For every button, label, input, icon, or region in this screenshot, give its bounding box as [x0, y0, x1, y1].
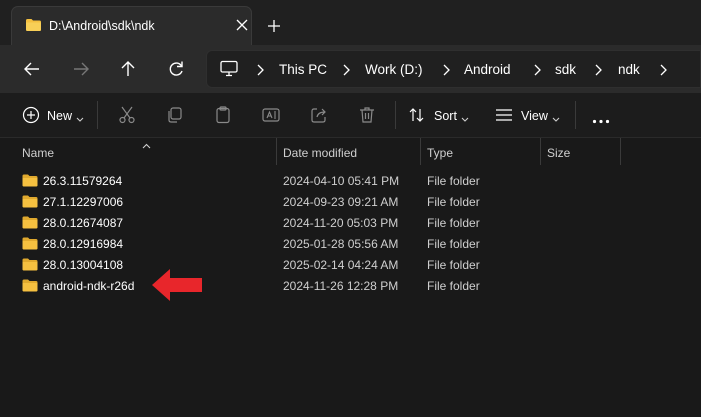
folder-icon [22, 237, 38, 253]
file-date-modified: 2024-11-20 05:03 PM [283, 216, 399, 230]
more-options-icon[interactable] [592, 113, 610, 127]
column-header-name[interactable]: Name [22, 146, 54, 160]
address-bar[interactable]: This PC Work (D:) Android sdk ndk [206, 50, 701, 88]
file-date-modified: 2024-04-10 05:41 PM [283, 174, 400, 188]
chevron-right-icon[interactable] [658, 64, 668, 76]
file-row[interactable]: android-ndk-r26d 2024-11-26 12:28 PM Fil… [16, 276, 701, 296]
toolbar-divider [395, 101, 396, 129]
title-bar: D:\Android\sdk\ndk [0, 0, 701, 45]
chevron-down-icon[interactable] [76, 112, 84, 126]
back-arrow-icon[interactable] [21, 58, 43, 80]
column-header-date-modified[interactable]: Date modified [283, 146, 357, 160]
file-type: File folder [427, 279, 480, 293]
navigation-bar: This PC Work (D:) Android sdk ndk [0, 45, 701, 93]
share-icon[interactable] [309, 105, 329, 128]
folder-icon [22, 174, 38, 190]
file-name: 28.0.12674087 [43, 216, 124, 230]
folder-icon [22, 195, 38, 211]
column-divider[interactable] [420, 138, 421, 165]
file-date-modified: 2024-11-26 12:28 PM [283, 279, 399, 293]
tab-current[interactable]: D:\Android\sdk\ndk [11, 6, 252, 45]
chevron-right-icon[interactable] [532, 64, 542, 76]
tab-title: D:\Android\sdk\ndk [49, 19, 155, 33]
file-row[interactable]: 28.0.12674087 2024-11-20 05:03 PM File f… [16, 213, 701, 233]
breadcrumb-sdk[interactable]: sdk [555, 62, 576, 77]
file-name: 27.1.12297006 [43, 195, 124, 209]
red-arrow-annotation-icon [150, 267, 206, 306]
column-header-type[interactable]: Type [427, 146, 453, 160]
new-plus-icon[interactable] [22, 106, 40, 127]
copy-icon[interactable] [165, 105, 185, 128]
view-button[interactable]: View [521, 109, 548, 123]
folder-icon [22, 279, 38, 295]
new-button[interactable]: New [47, 109, 72, 123]
rename-icon[interactable] [261, 105, 281, 128]
chevron-right-icon[interactable] [441, 64, 451, 76]
breadcrumb-android[interactable]: Android [464, 62, 511, 77]
column-divider[interactable] [276, 138, 277, 165]
file-type: File folder [427, 174, 480, 188]
file-row[interactable]: 28.0.12916984 2025-01-28 05:56 AM File f… [16, 234, 701, 254]
column-header-row: Name Date modified Type Size [0, 138, 701, 165]
file-date-modified: 2024-09-23 09:21 AM [283, 195, 399, 209]
file-date-modified: 2025-01-28 05:56 AM [283, 237, 399, 251]
folder-icon [22, 216, 38, 232]
chevron-right-icon[interactable] [593, 64, 603, 76]
cut-icon[interactable] [117, 105, 137, 128]
toolbar-divider [97, 101, 98, 129]
file-row[interactable]: 26.3.11579264 2024-04-10 05:41 PM File f… [16, 171, 701, 191]
command-bar: New Sort View [0, 93, 701, 138]
breadcrumb-ndk[interactable]: ndk [618, 62, 640, 77]
file-name: 28.0.13004108 [43, 258, 124, 272]
refresh-icon[interactable] [165, 58, 187, 80]
breadcrumb-this-pc[interactable]: This PC [279, 62, 327, 77]
file-type: File folder [427, 195, 480, 209]
delete-icon[interactable] [357, 105, 377, 128]
chevron-down-icon[interactable] [552, 112, 560, 126]
column-divider[interactable] [540, 138, 541, 165]
chevron-down-icon[interactable] [461, 112, 469, 126]
view-lines-icon[interactable] [495, 107, 513, 126]
paste-icon[interactable] [213, 105, 233, 128]
file-type: File folder [427, 216, 480, 230]
new-tab-icon[interactable] [266, 18, 282, 34]
sort-ascending-icon[interactable] [142, 138, 151, 152]
toolbar-divider [575, 101, 576, 129]
file-name: android-ndk-r26d [43, 279, 135, 293]
file-row[interactable]: 27.1.12297006 2024-09-23 09:21 AM File f… [16, 192, 701, 212]
column-header-size[interactable]: Size [547, 146, 570, 160]
folder-icon [22, 258, 38, 274]
chevron-right-icon[interactable] [341, 64, 351, 76]
this-pc-icon[interactable] [220, 60, 238, 80]
sort-icon[interactable] [408, 106, 426, 127]
file-name: 26.3.11579264 [43, 174, 123, 188]
sort-button[interactable]: Sort [434, 109, 457, 123]
column-divider[interactable] [620, 138, 621, 165]
forward-arrow-icon[interactable] [70, 58, 92, 80]
breadcrumb-work-drive[interactable]: Work (D:) [365, 62, 423, 77]
chevron-right-icon[interactable] [255, 64, 265, 76]
file-name: 28.0.12916984 [43, 237, 124, 251]
file-row[interactable]: 28.0.13004108 2025-02-14 04:24 AM File f… [16, 255, 701, 275]
up-arrow-icon[interactable] [117, 58, 139, 80]
file-type: File folder [427, 237, 480, 251]
close-icon[interactable] [234, 17, 250, 33]
file-type: File folder [427, 258, 480, 272]
folder-icon [25, 18, 42, 35]
file-date-modified: 2025-02-14 04:24 AM [283, 258, 399, 272]
